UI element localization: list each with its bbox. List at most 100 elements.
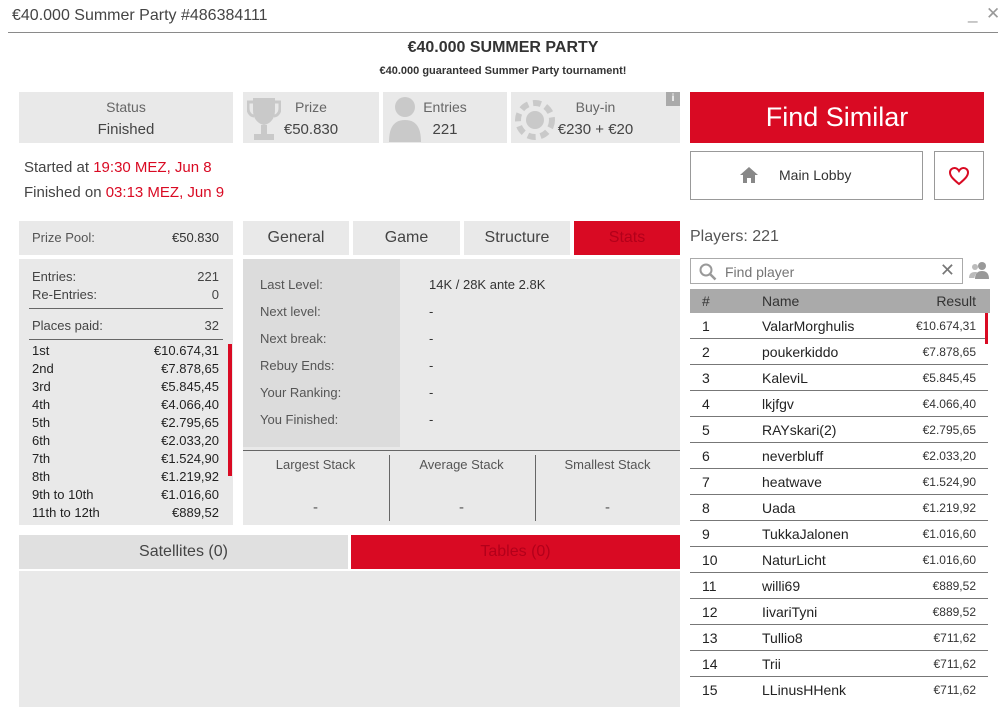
- table-row[interactable]: 4 lkjfgv €4.066,40: [690, 391, 988, 417]
- entries-row-label: Entries:: [32, 269, 77, 284]
- buyin-value: €230 + €20: [557, 121, 634, 138]
- largest-stack-value: -: [313, 499, 318, 516]
- minimize-icon[interactable]: _: [968, 4, 977, 24]
- player-rank: 11: [702, 578, 717, 594]
- close-icon[interactable]: ✕: [986, 4, 998, 24]
- player-result: €4.066,40: [922, 397, 976, 411]
- finished-time: Finished on 03:13 MEZ, Jun 9: [24, 184, 224, 201]
- clear-search-icon[interactable]: ✕: [940, 260, 955, 281]
- player-name: heatwave: [762, 474, 822, 490]
- table-row[interactable]: 11 willi69 €889,52: [690, 573, 988, 599]
- stat-label: You Finished:: [260, 412, 339, 427]
- tab-structure[interactable]: Structure: [464, 221, 570, 255]
- smallest-stack-label: Smallest Stack: [564, 457, 651, 472]
- search-input[interactable]: [725, 263, 935, 281]
- buyin-label: Buy-in: [575, 99, 616, 115]
- table-row[interactable]: 9 TukkaJalonen €1.016,60: [690, 521, 988, 547]
- table-row[interactable]: 14 Trii €711,62: [690, 651, 988, 677]
- stats-panel: Last Level: 14K / 28K ante 2.8K Next lev…: [243, 259, 680, 525]
- stat-value: -: [429, 331, 434, 346]
- entries-value: 221: [432, 121, 458, 138]
- player-result: €889,52: [932, 605, 976, 619]
- payout-row: 11th to 12th €889,52: [32, 505, 219, 523]
- payout-panel[interactable]: Entries: 221 Re-Entries: 0 Places paid: …: [19, 259, 233, 525]
- prize-box: Prize €50.830: [243, 92, 379, 143]
- home-icon: [740, 167, 758, 183]
- prize-pool-header: Prize Pool: €50.830: [19, 221, 233, 255]
- payout-scrollbar[interactable]: [228, 344, 232, 476]
- payout-amount: €10.674,31: [153, 343, 219, 358]
- payout-amount: €1.524,90: [161, 451, 219, 466]
- col-rank[interactable]: #: [702, 293, 710, 309]
- places-paid-value: 32: [204, 318, 219, 333]
- stat-label: Next break:: [260, 331, 327, 346]
- payout-amount: €2.033,20: [161, 433, 219, 448]
- player-name: Tullio8: [762, 630, 803, 646]
- tab-stats[interactable]: Stats: [574, 221, 680, 255]
- favorite-button[interactable]: [934, 151, 984, 200]
- stat-value: -: [429, 385, 434, 400]
- player-search[interactable]: ✕: [690, 258, 963, 284]
- table-row[interactable]: 7 heatwave €1.524,90: [690, 469, 988, 495]
- player-name: lkjfgv: [762, 396, 794, 412]
- stats-divider: [243, 450, 680, 451]
- payout-row: 6th €2.033,20: [32, 433, 219, 451]
- average-stack-label: Average Stack: [419, 457, 504, 472]
- col-name[interactable]: Name: [762, 293, 799, 309]
- table-row[interactable]: 6 neverbluff €2.033,20: [690, 443, 988, 469]
- player-result: €889,52: [932, 579, 976, 593]
- payout-row: 8th €1.219,92: [32, 469, 219, 487]
- tab-game[interactable]: Game: [353, 221, 460, 255]
- tournament-subtitle: €40.000 guaranteed Summer Party tourname…: [379, 65, 627, 77]
- player-rank: 2: [702, 344, 710, 360]
- table-row[interactable]: 10 NaturLicht €1.016,60: [690, 547, 988, 573]
- find-similar-button[interactable]: Find Similar: [690, 92, 984, 143]
- started-label: Started at: [24, 159, 94, 176]
- table-row[interactable]: 15 LLinusHHenk €711,62: [690, 677, 988, 703]
- entries-row: Entries: 221: [32, 269, 219, 284]
- status-value: Finished: [97, 121, 155, 138]
- prize-label: Prize: [295, 99, 327, 115]
- payout-place: 2nd: [32, 361, 54, 376]
- entries-label: Entries: [423, 99, 467, 115]
- payout-place: 8th: [32, 469, 51, 484]
- reentries-label: Re-Entries:: [32, 287, 98, 302]
- payout-amount: €1.016,60: [161, 487, 219, 502]
- people-icon[interactable]: [969, 261, 991, 279]
- tab-satellites[interactable]: Satellites (0): [19, 535, 348, 569]
- player-result: €1.016,60: [922, 527, 976, 541]
- reentries-row: Re-Entries: 0: [32, 287, 219, 302]
- payout-amount: €1.219,92: [161, 469, 219, 484]
- payout-amount: €4.066,40: [161, 397, 219, 412]
- players-count: Players: 221: [690, 228, 779, 245]
- payout-amount: €889,52: [172, 505, 219, 520]
- payout-amount: €7.878,65: [161, 361, 219, 376]
- main-lobby-button[interactable]: Main Lobby: [690, 151, 923, 200]
- player-rank: 8: [702, 500, 710, 516]
- buyin-box: Buy-in €230 + €20 i: [511, 92, 680, 143]
- player-rank: 5: [702, 422, 710, 438]
- payout-place: 7th: [32, 451, 51, 466]
- tab-tables[interactable]: Tables (0): [351, 535, 680, 569]
- table-row[interactable]: 13 Tullio8 €711,62: [690, 625, 988, 651]
- prize-pool-label: Prize Pool:: [32, 230, 95, 245]
- tab-general[interactable]: General: [243, 221, 349, 255]
- player-name: NaturLicht: [762, 552, 826, 568]
- table-row[interactable]: 5 RAYskari(2) €2.795,65: [690, 417, 988, 443]
- col-result[interactable]: Result: [936, 293, 976, 309]
- table-row[interactable]: 3 KaleviL €5.845,45: [690, 365, 988, 391]
- payout-place: 4th: [32, 397, 51, 412]
- table-row[interactable]: 12 IivariTyni €889,52: [690, 599, 988, 625]
- payout-place: 6th: [32, 433, 51, 448]
- table-row[interactable]: 8 Uada €1.219,92: [690, 495, 988, 521]
- stat-label: Rebuy Ends:: [260, 358, 335, 373]
- heart-icon: [948, 166, 970, 186]
- player-result: €1.016,60: [922, 553, 976, 567]
- player-rank: 4: [702, 396, 710, 412]
- stat-value: -: [429, 358, 434, 373]
- table-row[interactable]: 2 poukerkiddo €7.878,65: [690, 339, 988, 365]
- table-row[interactable]: 1 ValarMorghulis €10.674,31: [690, 313, 988, 339]
- finished-value: 03:13 MEZ, Jun 9: [105, 184, 225, 201]
- players-scrollbar[interactable]: [985, 313, 988, 344]
- player-rank: 3: [702, 370, 710, 386]
